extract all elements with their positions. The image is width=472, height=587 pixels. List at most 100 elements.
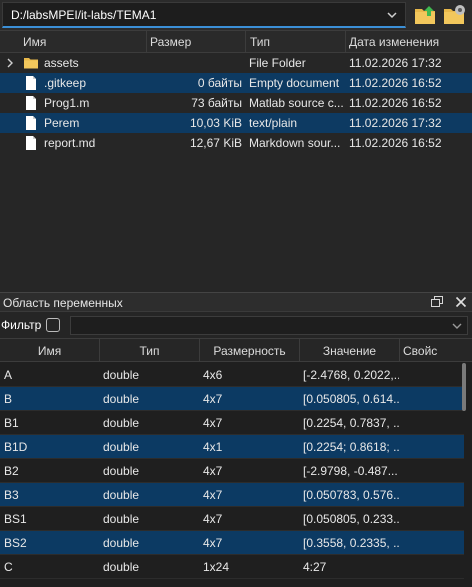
file-icon xyxy=(26,96,36,110)
var-name: B1D xyxy=(4,440,28,454)
variable-row[interactable]: BS2 double 4x7 [0.3558, 0.2335, ... xyxy=(0,531,464,555)
file-name: Prog1.m xyxy=(44,96,90,110)
var-value: [-2.4768, 0.2022,... xyxy=(303,368,399,382)
chevron-down-icon[interactable] xyxy=(450,319,464,333)
filter-checkbox[interactable] xyxy=(46,318,60,332)
column-header-size[interactable]: Размер xyxy=(150,35,191,49)
file-type: text/plain xyxy=(249,116,298,130)
var-type: double xyxy=(103,392,140,406)
file-icon xyxy=(26,76,36,90)
variable-row[interactable]: C double 1x24 4:27 xyxy=(0,555,464,579)
column-header-value[interactable]: Значение xyxy=(300,344,399,358)
column-header-properties[interactable]: Свойс xyxy=(403,344,461,358)
var-value: [0.3558, 0.2335, ... xyxy=(303,536,399,550)
var-name: A xyxy=(4,368,13,382)
var-dims: 4x7 xyxy=(203,392,223,406)
var-name: BS1 xyxy=(4,512,27,526)
column-header-name[interactable]: Имя xyxy=(23,35,46,49)
var-name: B3 xyxy=(4,488,19,502)
chevron-down-icon[interactable] xyxy=(385,8,399,22)
variable-row[interactable]: BS1 double 4x7 [0.050805, 0.233... xyxy=(0,507,464,531)
var-name: BS2 xyxy=(4,536,27,550)
var-type: double xyxy=(103,488,140,502)
path-combobox[interactable]: D:/labsMPEI/it-labs/TEMA1 xyxy=(2,2,406,28)
variable-row[interactable]: A double 4x6 [-2.4768, 0.2022,... xyxy=(0,363,464,387)
var-type: double xyxy=(103,512,140,526)
variable-row[interactable]: B2 double 4x7 [-2.9798, -0.487... xyxy=(0,459,464,483)
file-name: .gitkeep xyxy=(44,76,87,90)
var-dims: 4x7 xyxy=(203,488,223,502)
file-row-assets[interactable]: assets File Folder 11.02.2026 17:32 xyxy=(0,53,472,73)
var-dims: 1x24 xyxy=(203,560,230,574)
column-header-name[interactable]: Имя xyxy=(0,344,99,358)
file-size: 12,67 KiB xyxy=(189,136,242,150)
file-type: File Folder xyxy=(249,56,306,70)
file-icon xyxy=(26,116,36,130)
expand-arrow-icon[interactable] xyxy=(5,57,15,69)
variable-row[interactable]: B1D double 4x1 [0.2254; 0.8618; ... xyxy=(0,435,464,459)
file-date: 11.02.2026 16:52 xyxy=(349,76,442,90)
var-value: [0.2254; 0.8618; ... xyxy=(303,440,399,454)
variable-row[interactable]: B1 double 4x7 [0.2254, 0.7837, ... xyxy=(0,411,464,435)
file-date: 11.02.2026 16:52 xyxy=(349,136,442,150)
var-value: [-2.9798, -0.487... xyxy=(303,464,398,478)
column-header-dims[interactable]: Размерность xyxy=(200,344,299,358)
filter-label: Фильтр xyxy=(1,318,42,332)
column-divider[interactable] xyxy=(345,31,346,53)
folder-up-icon[interactable] xyxy=(413,3,437,27)
column-header-type[interactable]: Тип xyxy=(100,344,199,358)
file-row-report[interactable]: report.md 12,67 KiB Markdown sour... 11.… xyxy=(0,133,472,153)
column-header-type[interactable]: Тип xyxy=(250,35,270,49)
file-icon xyxy=(26,136,36,150)
column-header-date[interactable]: Дата изменения xyxy=(349,35,439,49)
file-name: report.md xyxy=(44,136,96,150)
variables-panel-titlebar: Область переменных xyxy=(0,292,472,312)
undock-icon[interactable] xyxy=(431,296,443,308)
var-value: [0.2254, 0.7837, ... xyxy=(303,416,399,430)
var-type: double xyxy=(103,536,140,550)
variable-row[interactable]: B3 double 4x7 [0.050783, 0.576... xyxy=(0,483,464,507)
column-divider[interactable] xyxy=(399,339,400,362)
var-dims: 4x6 xyxy=(203,368,223,382)
file-row-prog1[interactable]: Prog1.m 73 байты Matlab source c... 11.0… xyxy=(0,93,472,113)
var-name: B2 xyxy=(4,464,19,478)
var-type: double xyxy=(103,560,140,574)
column-divider[interactable] xyxy=(146,31,147,53)
file-size: 73 байты xyxy=(191,96,242,110)
file-row-perem[interactable]: Perem 10,03 KiB text/plain 11.02.2026 17… xyxy=(0,113,472,133)
file-name: Perem xyxy=(44,116,80,130)
variables-table: Имя Тип Размерность Значение Свойс A dou… xyxy=(0,338,472,587)
var-name: C xyxy=(4,560,13,574)
var-dims: 4x7 xyxy=(203,416,223,430)
folder-icon xyxy=(24,58,38,69)
panel-title: Область переменных xyxy=(3,296,123,310)
filter-bar: Фильтр xyxy=(0,312,472,338)
var-type: double xyxy=(103,440,140,454)
file-type: Empty document xyxy=(249,76,340,90)
var-type: double xyxy=(103,416,140,430)
var-name: B xyxy=(4,392,13,406)
var-value: 4:27 xyxy=(303,560,327,574)
file-browser-header: Имя Размер Тип Дата изменения xyxy=(0,31,472,53)
var-type: double xyxy=(103,464,140,478)
variables-table-header: Имя Тип Размерность Значение Свойс xyxy=(0,339,472,362)
variable-row[interactable]: B double 4x7 [0.050805, 0.614... xyxy=(0,387,464,411)
folder-settings-icon[interactable] xyxy=(443,3,467,27)
var-dims: 4x7 xyxy=(203,464,223,478)
filter-combobox[interactable] xyxy=(70,316,468,335)
var-type: double xyxy=(103,368,140,382)
path-text[interactable]: D:/labsMPEI/it-labs/TEMA1 xyxy=(11,8,156,22)
file-size: 0 байты xyxy=(197,76,242,90)
var-name: B1 xyxy=(4,416,19,430)
file-row-gitkeep[interactable]: .gitkeep 0 байты Empty document 11.02.20… xyxy=(0,73,472,93)
var-dims: 4x1 xyxy=(203,440,223,454)
path-toolbar: D:/labsMPEI/it-labs/TEMA1 xyxy=(0,0,472,30)
var-value: [0.050805, 0.614... xyxy=(303,392,399,406)
var-dims: 4x7 xyxy=(203,512,223,526)
close-icon[interactable] xyxy=(455,296,467,308)
file-browser: Имя Размер Тип Дата изменения assets Fil… xyxy=(0,30,472,292)
vertical-scrollbar[interactable] xyxy=(462,363,466,411)
file-date: 11.02.2026 17:32 xyxy=(349,116,442,130)
column-divider[interactable] xyxy=(245,31,246,53)
file-size: 10,03 KiB xyxy=(189,116,242,130)
